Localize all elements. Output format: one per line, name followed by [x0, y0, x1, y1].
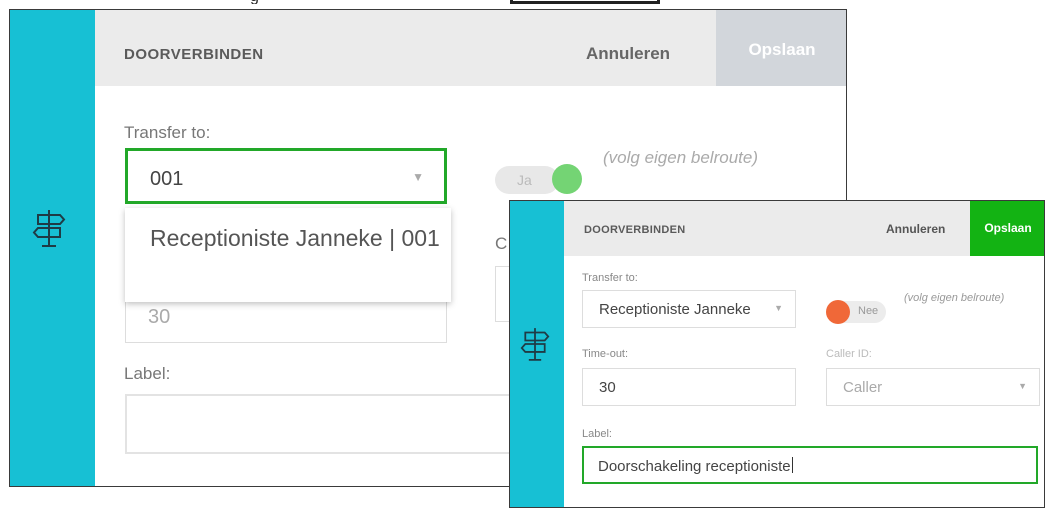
chevron-down-icon: ▼	[412, 170, 424, 184]
toggle-knob	[826, 300, 850, 324]
follow-route-toggle[interactable]: Nee	[826, 300, 886, 324]
cropped-caption-fragment: g	[230, 0, 690, 4]
timeout-label: Time-out:	[582, 348, 629, 360]
transfer-to-label: Transfer to:	[582, 272, 638, 284]
label-field-label: Label:	[582, 428, 612, 440]
panel-body: Transfer to: Receptioniste Janneke ▼ Nee…	[564, 256, 1044, 507]
label-input-value: Doorschakeling receptioniste	[598, 458, 791, 475]
save-button[interactable]: Opslaan	[716, 10, 846, 86]
cancel-button[interactable]: Annuleren	[886, 222, 945, 236]
cancel-button[interactable]: Annuleren	[586, 44, 670, 64]
toggle-label: Ja	[517, 172, 532, 188]
signpost-icon	[520, 328, 550, 361]
label-field-label: Label:	[124, 364, 171, 383]
chevron-down-icon: ▼	[770, 303, 783, 313]
timeout-value: 30	[599, 379, 616, 396]
transfer-to-label: Transfer to:	[124, 123, 211, 142]
label-input[interactable]: Doorschakeling receptioniste	[582, 446, 1038, 484]
timeout-value: 30	[148, 306, 171, 328]
panel-header: DOORVERBINDEN Annuleren Opslaan	[95, 10, 846, 86]
caller-id-label: Caller ID:	[826, 348, 872, 360]
save-button[interactable]: Opslaan	[970, 201, 1044, 256]
dropdown-option[interactable]: Receptioniste Janneke | 001	[150, 221, 440, 256]
text-cursor	[791, 457, 793, 473]
chevron-down-icon: ▼	[1018, 381, 1027, 391]
timeout-field[interactable]: 30	[582, 368, 796, 406]
follow-route-note: (volg eigen belroute)	[603, 148, 758, 167]
toggle-knob	[552, 164, 582, 194]
panel-title: DOORVERBINDEN	[124, 46, 264, 63]
signpost-icon	[32, 210, 66, 247]
caller-id-value: Caller	[843, 379, 883, 396]
panel-header: DOORVERBINDEN Annuleren Opslaan	[564, 201, 1044, 256]
transfer-to-value: Receptioniste Janneke	[599, 301, 751, 318]
caller-id-select[interactable]: Caller ▼	[826, 368, 1040, 406]
panel-after: DOORVERBINDEN Annuleren Opslaan Transfer…	[509, 200, 1045, 508]
follow-route-note: (volg eigen belroute)	[904, 292, 1005, 304]
transfer-to-select[interactable]: 001 ▼	[125, 148, 447, 204]
sidebar	[10, 10, 95, 486]
sidebar	[510, 201, 564, 507]
transfer-to-select[interactable]: Receptioniste Janneke ▼	[582, 290, 796, 328]
panel-title: DOORVERBINDEN	[584, 224, 686, 236]
transfer-to-dropdown: Receptioniste Janneke | 001	[125, 208, 451, 302]
caller-id-label: C	[495, 234, 508, 253]
stage: g DOORVERBINDEN Annuleren Opslaan Transf…	[0, 0, 1045, 508]
follow-route-toggle[interactable]: Ja	[495, 164, 582, 194]
transfer-to-value: 001	[150, 168, 184, 190]
toggle-label: Nee	[858, 305, 879, 317]
